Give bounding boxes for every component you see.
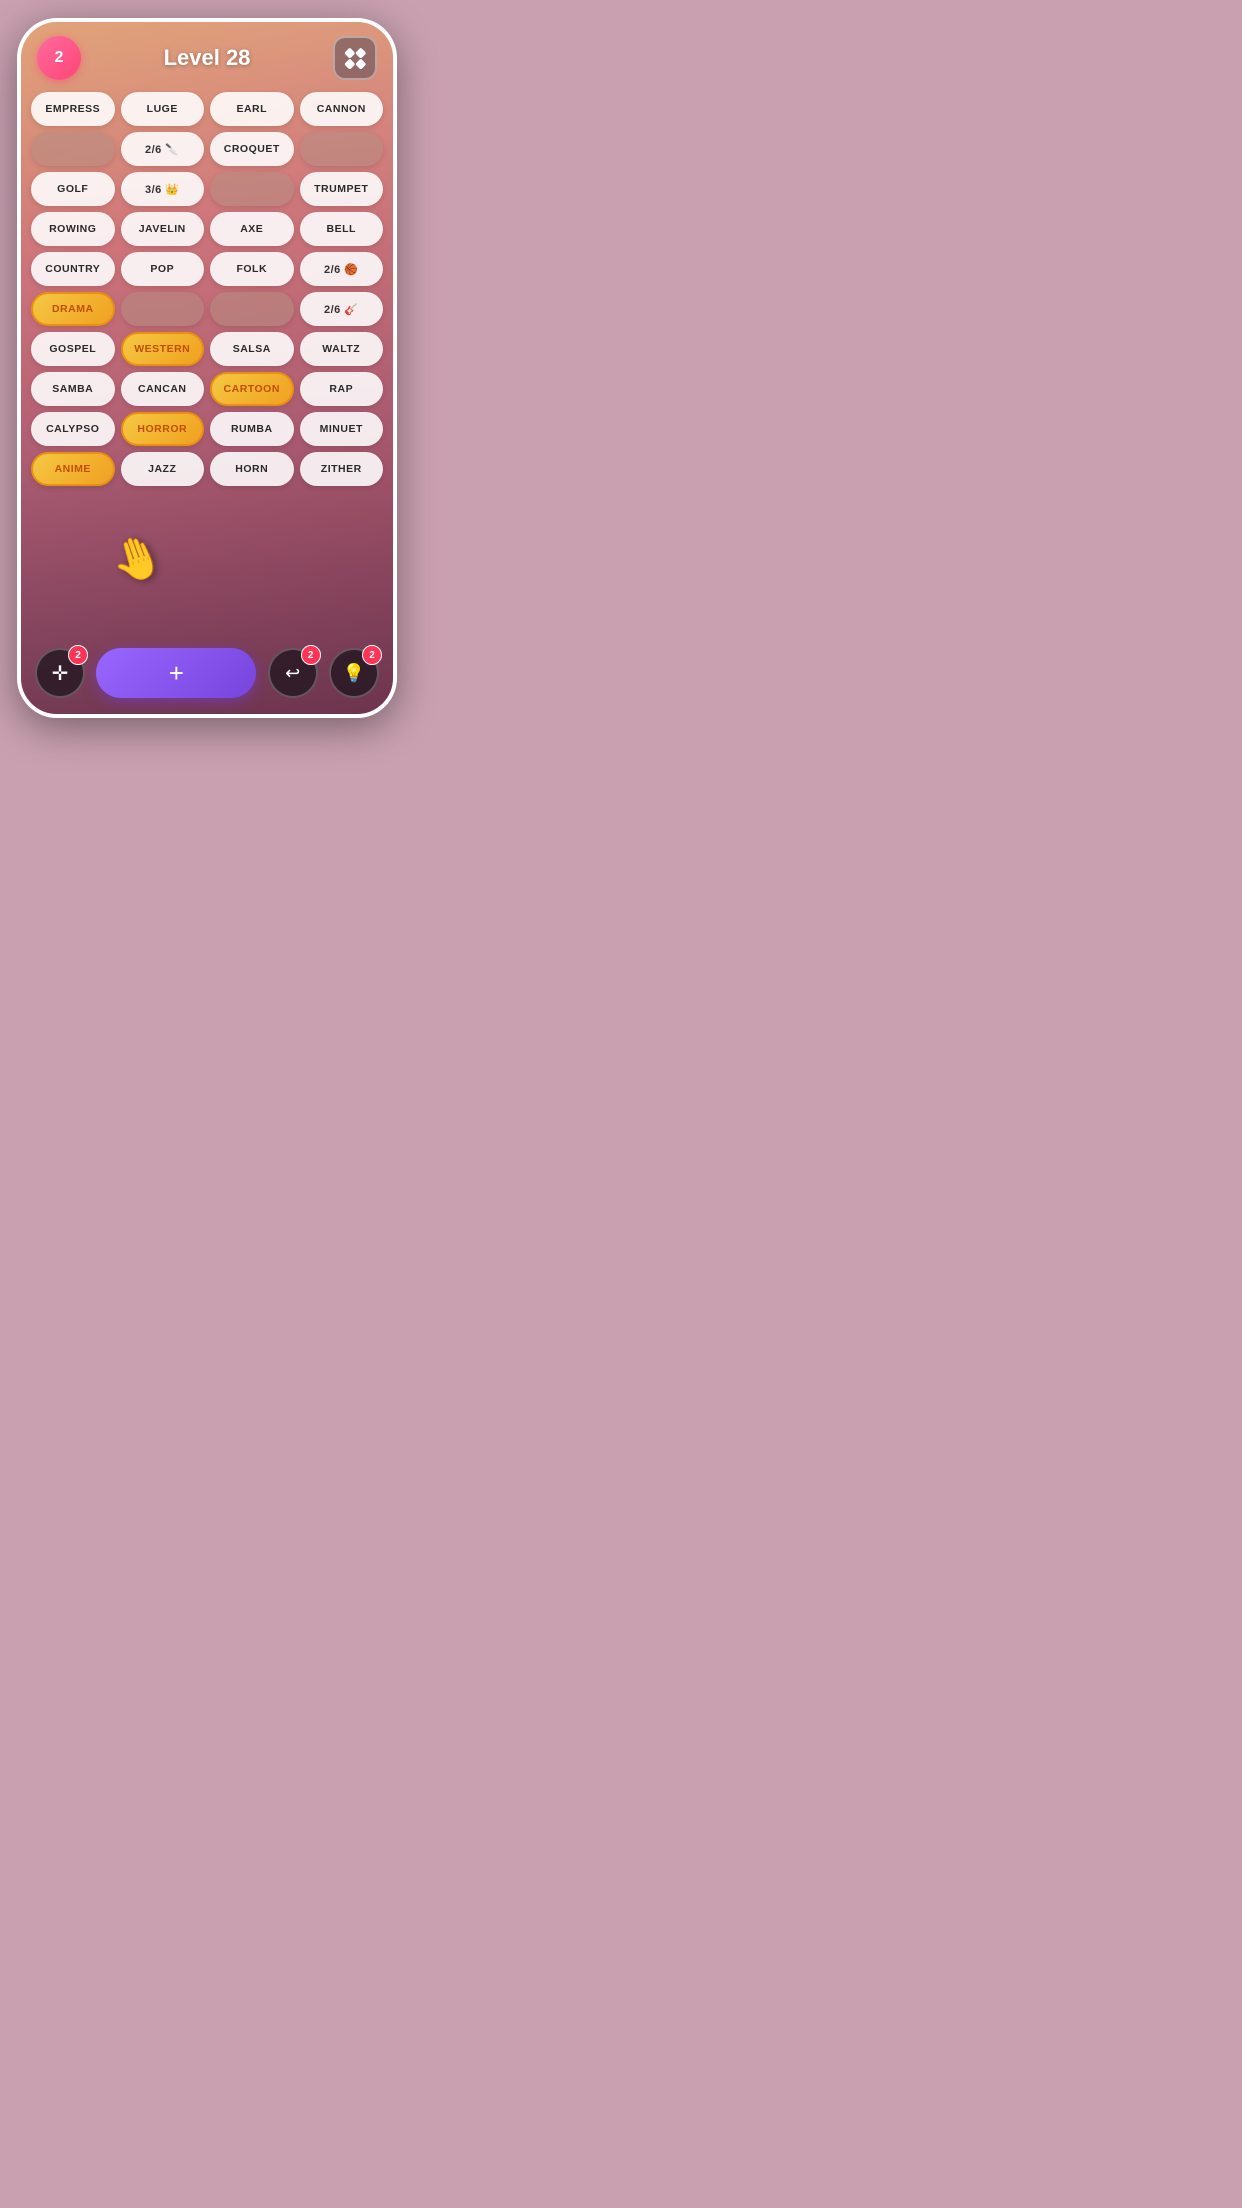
- header: 2 Level 28: [21, 22, 393, 88]
- word-label-axe: AXE: [240, 223, 263, 235]
- word-label-luge: LUGE: [147, 103, 178, 115]
- hint-button[interactable]: 💡 2: [329, 648, 379, 698]
- word-label-golf: GOLF: [57, 183, 88, 195]
- word-pill-calypso[interactable]: CALYPSO: [31, 412, 115, 446]
- word-label-pop: POP: [150, 263, 174, 275]
- word-pill-western[interactable]: WESTERN: [121, 332, 205, 366]
- word-pill-bell[interactable]: BELL: [300, 212, 384, 246]
- word-label-rumba: RUMBA: [231, 423, 273, 435]
- word-label-rap: RAP: [329, 383, 353, 395]
- word-label-cartoon: CARTOON: [224, 383, 280, 395]
- word-pill-minuet[interactable]: MINUET: [300, 412, 384, 446]
- word-label-cannon: CANNON: [317, 103, 366, 115]
- word-label-cancan: CANCAN: [138, 383, 187, 395]
- word-pill-zither[interactable]: ZITHER: [300, 452, 384, 486]
- word-label-waltz: WALTZ: [322, 343, 360, 355]
- word-pill-anime[interactable]: ANIME: [31, 452, 115, 486]
- word-pill-croquet[interactable]: CROQUET: [210, 132, 294, 166]
- word-label-horror: HORROR: [137, 423, 187, 435]
- word-label-drama: DRAMA: [52, 303, 94, 315]
- word-pill-slot6_badge[interactable]: 2/6 🏀: [300, 252, 384, 286]
- word-pill-golf[interactable]: GOLF: [31, 172, 115, 206]
- word-label-samba: SAMBA: [52, 383, 93, 395]
- word-label-croquet: CROQUET: [224, 143, 280, 155]
- word-pill-rumba[interactable]: RUMBA: [210, 412, 294, 446]
- word-label-gospel: GOSPEL: [49, 343, 96, 355]
- word-label-folk: FOLK: [236, 263, 267, 275]
- word-pill-slot9_badge[interactable]: 2/6 🎸: [300, 292, 384, 326]
- word-pill-slot1: [31, 132, 115, 166]
- word-label-bell: BELL: [327, 223, 356, 235]
- hint-icon: 💡: [343, 663, 365, 684]
- badge-label-slot2_badge: 2/6 🔪: [145, 143, 180, 156]
- move-icon: ✛: [52, 661, 69, 686]
- word-label-trumpet: TRUMPET: [314, 183, 368, 195]
- word-pill-horror[interactable]: HORROR: [121, 412, 205, 446]
- word-pill-slot8: [210, 292, 294, 326]
- word-pill-slot3: [300, 132, 384, 166]
- word-pill-javelin[interactable]: JAVELIN: [121, 212, 205, 246]
- word-pill-samba[interactable]: SAMBA: [31, 372, 115, 406]
- word-pill-jazz[interactable]: JAZZ: [121, 452, 205, 486]
- words-grid: EMPRESS LUGE EARL CANNON 2/6 🔪 CROQUET GOLF 3/6…: [31, 92, 383, 486]
- word-pill-cartoon[interactable]: CARTOON: [210, 372, 294, 406]
- word-pill-slot2_badge[interactable]: 2/6 🔪: [121, 132, 205, 166]
- word-pill-earl[interactable]: EARL: [210, 92, 294, 126]
- word-pill-slot7: [121, 292, 205, 326]
- words-area: EMPRESS LUGE EARL CANNON 2/6 🔪 CROQUET GOLF 3/6…: [21, 88, 393, 640]
- add-button[interactable]: +: [96, 648, 256, 698]
- lives-badge: 2: [37, 36, 81, 80]
- word-label-calypso: CALYPSO: [46, 423, 99, 435]
- word-pill-trumpet[interactable]: TRUMPET: [300, 172, 384, 206]
- word-pill-country[interactable]: COUNTRY: [31, 252, 115, 286]
- word-label-jazz: JAZZ: [148, 463, 176, 475]
- undo-badge: 2: [301, 645, 321, 665]
- word-pill-pop[interactable]: POP: [121, 252, 205, 286]
- word-pill-luge[interactable]: LUGE: [121, 92, 205, 126]
- hint-badge: 2: [362, 645, 382, 665]
- badge-label-slot4_badge: 3/6 👑: [145, 183, 180, 196]
- word-pill-slot5: [210, 172, 294, 206]
- word-label-zither: ZITHER: [321, 463, 362, 475]
- word-pill-gospel[interactable]: GOSPEL: [31, 332, 115, 366]
- move-button[interactable]: ✛ 2: [35, 648, 85, 698]
- word-label-country: COUNTRY: [45, 263, 100, 275]
- word-label-rowing: ROWING: [49, 223, 96, 235]
- word-pill-rap[interactable]: RAP: [300, 372, 384, 406]
- word-pill-empress[interactable]: EMPRESS: [31, 92, 115, 126]
- word-label-earl: EARL: [236, 103, 267, 115]
- menu-button[interactable]: [333, 36, 377, 80]
- app-content: 2 Level 28 EMPRESS LUGE EARL CANNON 2/6 🔪 CRO…: [21, 22, 393, 714]
- level-title: Level 28: [164, 45, 251, 71]
- word-pill-salsa[interactable]: SALSA: [210, 332, 294, 366]
- phone-frame: 2 Level 28 EMPRESS LUGE EARL CANNON 2/6 🔪 CRO…: [17, 18, 397, 718]
- word-label-horn: HORN: [235, 463, 268, 475]
- word-pill-slot4_badge[interactable]: 3/6 👑: [121, 172, 205, 206]
- menu-icon: [346, 49, 364, 67]
- undo-icon: ↩: [285, 663, 300, 684]
- word-pill-cancan[interactable]: CANCAN: [121, 372, 205, 406]
- word-label-minuet: MINUET: [320, 423, 363, 435]
- word-pill-axe[interactable]: AXE: [210, 212, 294, 246]
- word-label-western: WESTERN: [134, 343, 190, 355]
- badge-label-slot6_badge: 2/6 🏀: [324, 263, 359, 276]
- word-label-anime: ANIME: [55, 463, 91, 475]
- word-pill-waltz[interactable]: WALTZ: [300, 332, 384, 366]
- word-pill-horn[interactable]: HORN: [210, 452, 294, 486]
- word-pill-cannon[interactable]: CANNON: [300, 92, 384, 126]
- word-label-empress: EMPRESS: [45, 103, 100, 115]
- add-icon: +: [169, 658, 184, 689]
- word-pill-drama[interactable]: DRAMA: [31, 292, 115, 326]
- lives-count: 2: [55, 49, 64, 67]
- badge-label-slot9_badge: 2/6 🎸: [324, 303, 359, 316]
- move-badge: 2: [68, 645, 88, 665]
- bottom-bar: ✛ 2 + ↩ 2 💡 2: [21, 640, 393, 714]
- word-label-javelin: JAVELIN: [139, 223, 186, 235]
- word-label-salsa: SALSA: [233, 343, 271, 355]
- undo-button[interactable]: ↩ 2: [268, 648, 318, 698]
- word-pill-rowing[interactable]: ROWING: [31, 212, 115, 246]
- word-pill-folk[interactable]: FOLK: [210, 252, 294, 286]
